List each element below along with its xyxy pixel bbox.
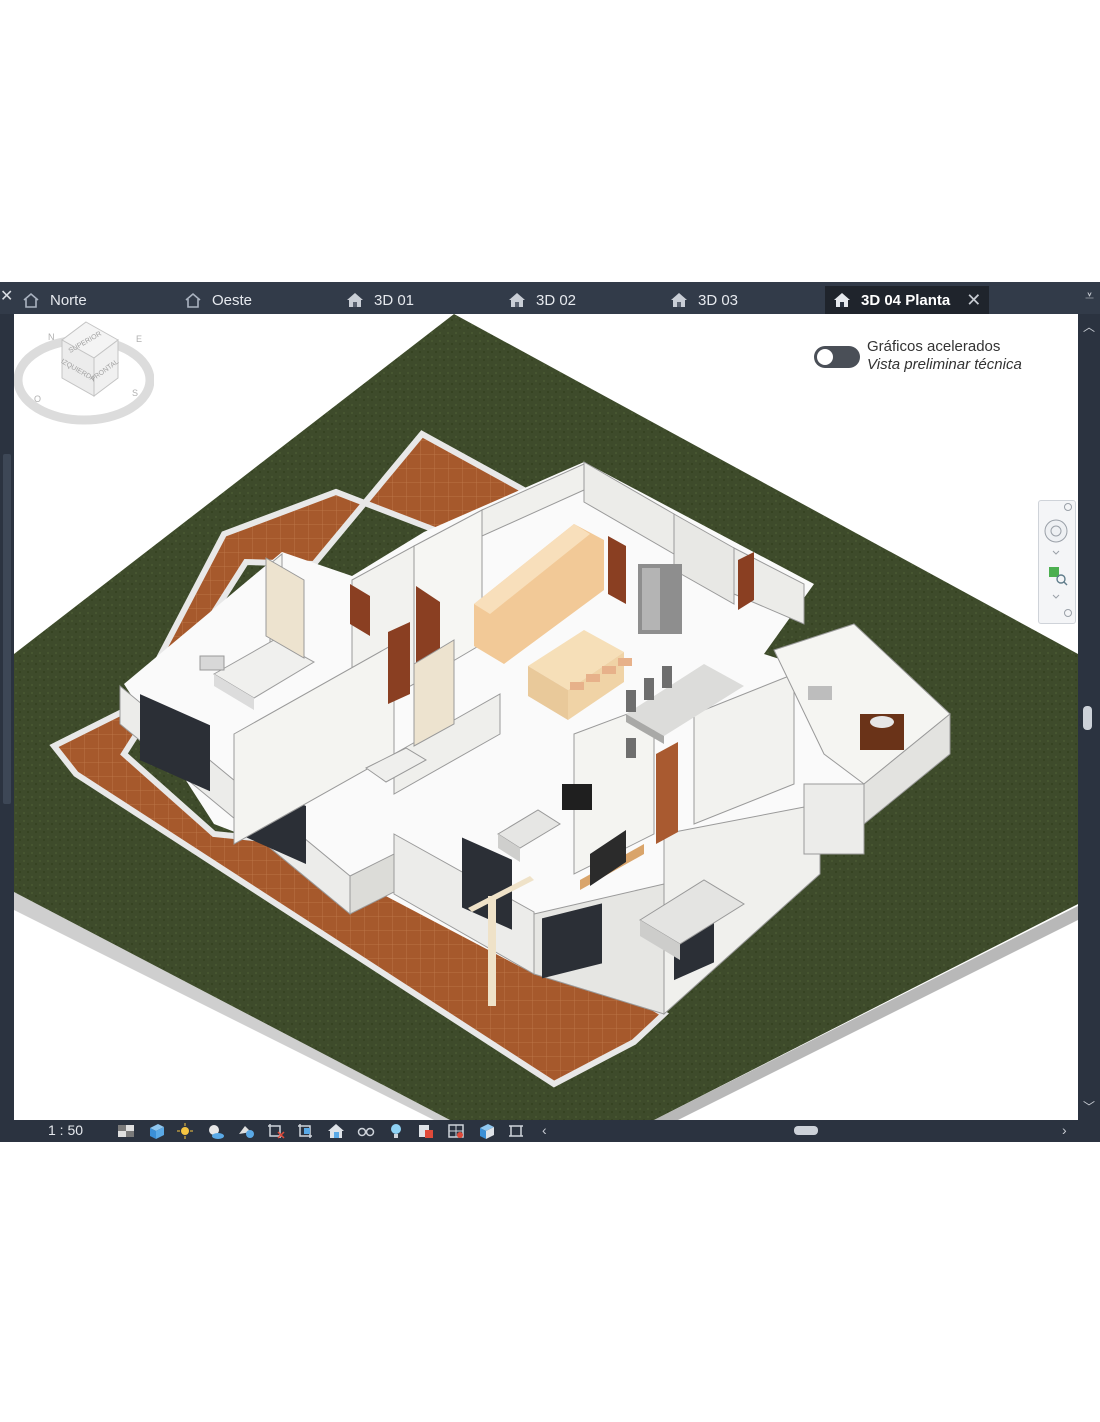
elevation-view-icon: [23, 292, 39, 308]
tab-label: 3D 01: [374, 291, 415, 309]
crop-view-icon[interactable]: [266, 1122, 286, 1140]
panel-scroll-strip[interactable]: [3, 454, 11, 804]
close-tab-icon[interactable]: ✕: [966, 290, 981, 311]
horizontal-scroll-thumb[interactable]: [794, 1126, 818, 1135]
detail-level-icon[interactable]: [116, 1122, 136, 1140]
view-tab-bar: ✕ Norte Oeste 3D 01 3D 02 3D 03 3D 04 Pl…: [0, 282, 1100, 314]
left-panel-edge: [0, 314, 14, 1120]
tab-list-dropdown-icon[interactable]: ⩡: [1085, 288, 1094, 306]
steering-wheel-icon[interactable]: [1044, 519, 1068, 543]
accelerated-graphics-subtitle: Vista preliminar técnica: [867, 356, 1022, 373]
vertical-scrollbar[interactable]: ︿ ﹀: [1078, 314, 1100, 1120]
3d-view-house-icon: [834, 293, 850, 307]
close-icon[interactable]: [1064, 503, 1072, 511]
3d-view-house-icon: [347, 293, 363, 307]
3d-view-house-icon: [509, 293, 525, 307]
accelerated-graphics-title: Gráficos acelerados: [867, 338, 1001, 355]
compass-letter[interactable]: O: [34, 394, 41, 404]
zoom-region-icon[interactable]: [1049, 567, 1068, 586]
3d-viewport[interactable]: Gráficos acelerados Vista preliminar téc…: [14, 314, 1078, 1120]
compass-letter[interactable]: S: [132, 388, 138, 398]
analytical-model-icon[interactable]: [476, 1122, 496, 1140]
scroll-up-icon[interactable]: ︿: [1083, 318, 1095, 335]
view-scale[interactable]: 1 : 50: [48, 1122, 83, 1138]
shadows-icon[interactable]: [206, 1122, 226, 1140]
deck-post: [488, 896, 496, 1006]
tab-label: 3D 04 Planta: [861, 291, 951, 309]
tab-3d-01[interactable]: 3D 01: [346, 286, 414, 314]
unlock-3d-icon[interactable]: [326, 1122, 346, 1140]
scroll-right-icon[interactable]: ›: [1062, 1122, 1067, 1138]
tab-3d-02[interactable]: 3D 02: [508, 286, 576, 314]
tab-oeste[interactable]: Oeste: [184, 286, 252, 314]
tab-label: Oeste: [212, 291, 253, 309]
render-icon[interactable]: [236, 1122, 256, 1140]
chevron-down-icon[interactable]: [1052, 594, 1060, 599]
revit-view-window: ✕ Norte Oeste 3D 01 3D 02 3D 03 3D 04 Pl…: [0, 282, 1100, 1142]
scroll-down-icon[interactable]: ﹀: [1083, 1098, 1095, 1115]
accelerated-graphics-toggle[interactable]: [814, 346, 860, 368]
compass-letter[interactable]: E: [136, 334, 142, 344]
viewcube[interactable]: SUPERIOR IZQUIERDA FRONTAL N O S E: [14, 314, 154, 426]
view-control-bar: 1 : 50 ‹ ›: [0, 1120, 1100, 1142]
hide-crop-icon[interactable]: [296, 1122, 316, 1140]
compass-letter[interactable]: N: [48, 332, 55, 342]
3d-view-house-icon: [671, 293, 687, 307]
temporary-view-properties-icon[interactable]: [416, 1122, 436, 1140]
tab-3d-03[interactable]: 3D 03: [670, 286, 738, 314]
navigation-bar: [1038, 500, 1076, 624]
tab-label: Norte: [50, 291, 87, 309]
chevron-down-icon[interactable]: [1052, 550, 1060, 555]
tab-3d-04-planta[interactable]: 3D 04 Planta ✕: [825, 286, 990, 314]
house-3d-model[interactable]: [14, 314, 1078, 1120]
reveal-constraints-icon[interactable]: [506, 1122, 526, 1140]
tab-label: 3D 03: [698, 291, 739, 309]
worksharing-icon[interactable]: [446, 1122, 466, 1140]
scroll-left-icon[interactable]: ‹: [542, 1122, 547, 1138]
scroll-thumb[interactable]: [1083, 706, 1092, 730]
visual-style-icon[interactable]: [146, 1122, 166, 1140]
tab-label: 3D 02: [536, 291, 577, 309]
options-icon[interactable]: [1064, 609, 1072, 617]
reveal-hidden-icon[interactable]: [386, 1122, 406, 1140]
elevation-view-icon: [185, 292, 201, 308]
sun-path-icon[interactable]: [176, 1122, 196, 1140]
close-icon[interactable]: ✕: [0, 286, 13, 306]
temporary-hide-icon[interactable]: [356, 1122, 376, 1140]
tab-norte[interactable]: Norte: [22, 286, 87, 314]
